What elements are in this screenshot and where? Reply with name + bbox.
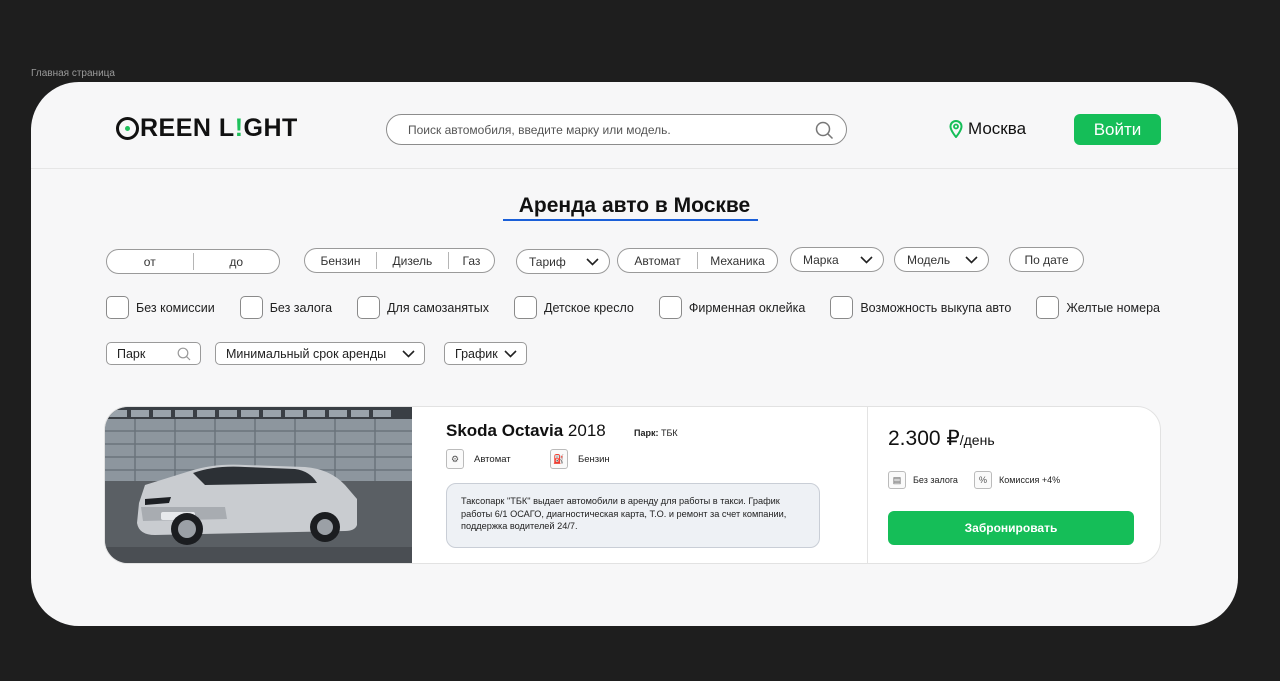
fuel-filter: Бензин Дизель Газ xyxy=(304,248,495,273)
search-icon xyxy=(177,347,191,360)
location-pin-icon xyxy=(949,120,963,138)
tariff-dropdown[interactable]: Тариф xyxy=(516,249,610,274)
checkbox[interactable] xyxy=(830,296,854,319)
page-title: Аренда авто в Москве xyxy=(31,194,1238,221)
search-bar[interactable] xyxy=(386,114,847,145)
car-photo[interactable] xyxy=(105,407,412,563)
checkbox[interactable] xyxy=(514,296,538,319)
no-deposit-condition: ▤ Без залога xyxy=(888,471,958,489)
fuel-feature: ⛽ Бензин xyxy=(550,449,610,469)
transmission-option-auto[interactable]: Автомат xyxy=(618,249,697,272)
page-card: REEN L!GHT Москва Войти Аренда авто в Мо… xyxy=(31,82,1238,626)
frame-label: Главная страница xyxy=(31,68,115,79)
header: REEN L!GHT Москва Войти xyxy=(31,82,1238,169)
fuel-icon: ⛽ xyxy=(550,449,568,469)
price-range-filter: от до xyxy=(106,249,280,274)
price-to-input[interactable]: до xyxy=(194,250,280,273)
car-image xyxy=(105,407,412,563)
model-dropdown[interactable]: Модель xyxy=(894,247,989,272)
checkbox-yellow-plates[interactable]: Желтые номера xyxy=(1036,296,1160,319)
schedule-dropdown[interactable]: График xyxy=(444,342,527,365)
checkbox[interactable] xyxy=(239,296,263,319)
checkbox[interactable] xyxy=(1036,296,1060,319)
car-title[interactable]: Skoda Octavia 2018 xyxy=(446,421,606,441)
price-from-input[interactable]: от xyxy=(107,250,193,273)
checkbox-no-deposit[interactable]: Без залога xyxy=(239,296,332,319)
divider xyxy=(867,407,868,563)
checkbox-no-commission[interactable]: Без комиссии xyxy=(106,296,215,319)
min-term-dropdown[interactable]: Минимальный срок аренды xyxy=(215,342,425,365)
brand-dropdown[interactable]: Марка xyxy=(790,247,884,272)
checkbox-branded-wrap[interactable]: Фирменная оклейка xyxy=(658,296,805,319)
city-selector[interactable]: Москва xyxy=(949,119,1026,139)
transmission-filter: Автомат Механика xyxy=(617,248,778,273)
transmission-feature: ⚙ Автомат xyxy=(446,449,511,469)
checkbox-child-seat[interactable]: Детское кресло xyxy=(514,296,634,319)
price: 2.300 ₽/день xyxy=(888,427,995,450)
checkbox[interactable] xyxy=(106,296,129,319)
checkbox[interactable] xyxy=(357,296,381,319)
transmission-option-manual[interactable]: Механика xyxy=(698,249,777,272)
park-info: Парк: ТБК xyxy=(634,428,678,438)
book-button[interactable]: Забронировать xyxy=(888,511,1134,545)
checkbox-row: Без комиссии Без залога Для самозанятых … xyxy=(106,296,1160,319)
fuel-option-diesel[interactable]: Дизель xyxy=(377,249,448,272)
fuel-option-gas[interactable]: Газ xyxy=(449,249,494,272)
commission-condition: % Комиссия +4% xyxy=(974,471,1060,489)
document-icon: ▤ xyxy=(888,471,906,489)
fuel-option-petrol[interactable]: Бензин xyxy=(305,249,376,272)
listing-description: Таксопарк "ТБК" выдает автомобили в арен… xyxy=(446,483,820,548)
by-date-button[interactable]: По дате xyxy=(1009,247,1084,272)
chevron-down-icon xyxy=(504,349,517,358)
chevron-down-icon xyxy=(402,349,415,358)
checkbox-self-employed[interactable]: Для самозанятых xyxy=(357,296,489,319)
login-button[interactable]: Войти xyxy=(1074,114,1161,145)
logo-mark-icon xyxy=(116,117,139,140)
chevron-down-icon xyxy=(860,255,873,264)
title-underline xyxy=(502,219,759,221)
search-icon[interactable] xyxy=(815,121,834,140)
chevron-down-icon xyxy=(586,257,599,266)
car-listing-card[interactable]: Skoda Octavia 2018 Парк: ТБК ⚙ Автомат ⛽ Б… xyxy=(104,406,1161,564)
park-search-input[interactable]: Парк xyxy=(106,342,201,365)
city-label: Москва xyxy=(968,119,1027,138)
logo[interactable]: REEN L! GHT xyxy=(116,114,298,143)
search-input[interactable] xyxy=(408,122,808,137)
gearbox-icon: ⚙ xyxy=(446,449,464,469)
commission-icon: % xyxy=(974,471,992,489)
chevron-down-icon xyxy=(965,255,978,264)
checkbox-buyout[interactable]: Возможность выкупа авто xyxy=(830,296,1011,319)
checkbox[interactable] xyxy=(658,296,682,319)
